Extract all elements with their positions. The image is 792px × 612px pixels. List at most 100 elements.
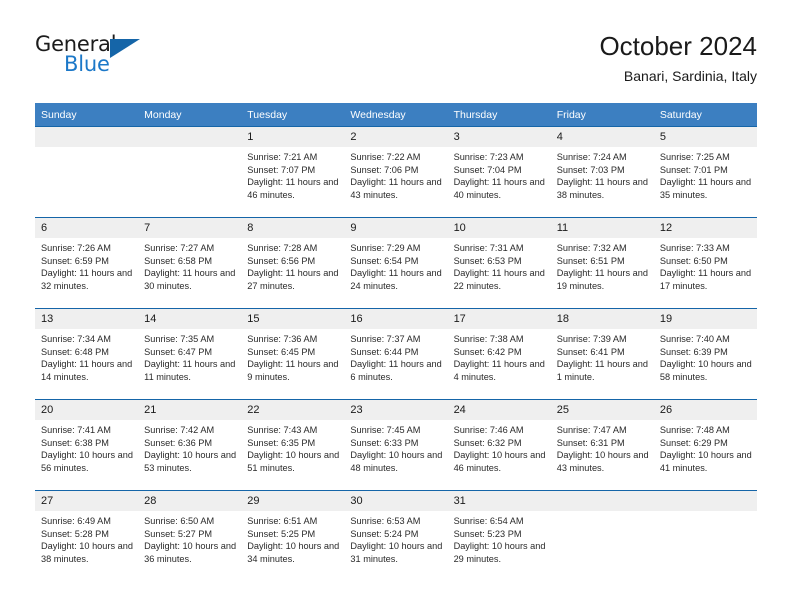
weekday-header-monday: Monday [138, 103, 242, 127]
calendar-day-cell[interactable]: 20 Sunrise: 7:41 AM Sunset: 6:38 PM Dayligh… [35, 399, 139, 491]
day-number: 31 [447, 491, 551, 511]
day-details: Sunrise: 7:32 AM Sunset: 6:51 PM Daylight:… [551, 238, 654, 292]
sunset-text: Sunset: 6:44 PM [350, 346, 419, 357]
daylight-text: Daylight: 11 hours and 32 minutes. [41, 268, 133, 291]
calendar-day-cell[interactable]: 28 Sunrise: 6:50 AM Sunset: 5:27 PM Dayligh… [138, 490, 242, 581]
sunset-text: Sunset: 6:42 PM [453, 346, 522, 357]
daylight-text: Daylight: 11 hours and 1 minute. [556, 359, 648, 382]
calendar-day-cell[interactable]: 30 Sunrise: 6:53 AM Sunset: 5:24 PM Dayligh… [344, 490, 448, 581]
calendar-day-cell[interactable]: 13 Sunrise: 7:34 AM Sunset: 6:48 PM Dayligh… [35, 308, 139, 400]
daylight-text: Daylight: 11 hours and 30 minutes. [144, 268, 236, 291]
calendar-day-cell[interactable]: 1 Sunrise: 7:21 AM Sunset: 7:07 PM Daylight… [241, 126, 345, 218]
blue-triangle-icon [110, 39, 140, 58]
weekday-header-wednesday: Wednesday [344, 103, 448, 127]
day-details: Sunrise: 7:27 AM Sunset: 6:58 PM Daylight:… [138, 238, 241, 292]
sunset-text: Sunset: 6:47 PM [144, 346, 213, 357]
sunset-text: Sunset: 6:58 PM [144, 255, 213, 266]
day-number: 9 [344, 218, 448, 238]
daylight-text: Daylight: 10 hours and 31 minutes. [350, 541, 443, 564]
calendar-day-cell[interactable]: 9 Sunrise: 7:29 AM Sunset: 6:54 PM Daylight… [344, 217, 448, 309]
calendar-day-cell[interactable]: 10 Sunrise: 7:31 AM Sunset: 6:53 PM Dayligh… [447, 217, 551, 309]
calendar-day-cell[interactable]: 5 Sunrise: 7:25 AM Sunset: 7:01 PM Daylight… [653, 126, 757, 218]
calendar-day-cell[interactable]: 14 Sunrise: 7:35 AM Sunset: 6:47 PM Dayligh… [138, 308, 242, 400]
sunset-text: Sunset: 6:50 PM [659, 255, 728, 266]
calendar-day-cell[interactable]: 8 Sunrise: 7:28 AM Sunset: 6:56 PM Daylight… [241, 217, 345, 309]
daylight-text: Daylight: 10 hours and 38 minutes. [41, 541, 133, 564]
day-details: Sunrise: 7:28 AM Sunset: 6:56 PM Daylight:… [241, 238, 344, 292]
calendar-week-row: 27 Sunrise: 6:49 AM Sunset: 5:28 PM Dayligh… [35, 490, 757, 581]
calendar-day-cell[interactable]: 2 Sunrise: 7:22 AM Sunset: 7:06 PM Daylight… [344, 126, 448, 218]
day-details: Sunrise: 6:53 AM Sunset: 5:24 PM Daylight:… [344, 511, 447, 565]
sunset-text: Sunset: 6:38 PM [41, 437, 109, 448]
day-number: 25 [550, 400, 654, 420]
day-details: Sunrise: 7:40 AM Sunset: 6:39 PM Daylight:… [654, 329, 757, 383]
calendar-day-cell[interactable]: 6 Sunrise: 7:26 AM Sunset: 6:59 PM Daylight… [35, 217, 139, 309]
day-details: Sunrise: 7:46 AM Sunset: 6:32 PM Daylight:… [448, 420, 551, 474]
calendar-day-cell[interactable]: 29 Sunrise: 6:51 AM Sunset: 5:25 PM Dayligh… [241, 490, 345, 581]
daylight-text: Daylight: 11 hours and 40 minutes. [453, 177, 545, 200]
sunrise-text: Sunrise: 7:40 AM [659, 334, 730, 344]
day-number: 27 [35, 491, 139, 511]
day-details: Sunrise: 7:42 AM Sunset: 6:36 PM Daylight:… [138, 420, 241, 474]
day-details: Sunrise: 7:25 AM Sunset: 7:01 PM Daylight:… [654, 147, 757, 201]
calendar-day-cell[interactable]: 19 Sunrise: 7:40 AM Sunset: 6:39 PM Dayligh… [653, 308, 757, 400]
calendar-day-cell[interactable]: 15 Sunrise: 7:36 AM Sunset: 6:45 PM Dayligh… [241, 308, 345, 400]
daylight-text: Daylight: 11 hours and 27 minutes. [247, 268, 339, 291]
day-details: Sunrise: 7:47 AM Sunset: 6:31 PM Daylight:… [551, 420, 654, 474]
day-details: Sunrise: 7:33 AM Sunset: 6:50 PM Daylight:… [654, 238, 757, 292]
calendar-day-cell[interactable]: 24 Sunrise: 7:46 AM Sunset: 6:32 PM Dayligh… [447, 399, 551, 491]
calendar-day-cell[interactable]: 21 Sunrise: 7:42 AM Sunset: 6:36 PM Dayligh… [138, 399, 242, 491]
calendar-page: General Blue October 2024 Banari, Sardin… [0, 0, 792, 612]
calendar-week-row: 13 Sunrise: 7:34 AM Sunset: 6:48 PM Dayligh… [35, 308, 757, 400]
calendar-day-cell[interactable]: 23 Sunrise: 7:45 AM Sunset: 6:33 PM Dayligh… [344, 399, 448, 491]
general-blue-logo[interactable]: General Blue [35, 32, 215, 88]
sunrise-text: Sunrise: 7:27 AM [144, 243, 215, 253]
calendar-cell-empty [653, 490, 757, 581]
daylight-text: Daylight: 10 hours and 51 minutes. [247, 450, 340, 473]
calendar-day-cell[interactable]: 12 Sunrise: 7:33 AM Sunset: 6:50 PM Dayligh… [653, 217, 757, 309]
sunrise-text: Sunrise: 7:28 AM [247, 243, 318, 253]
daylight-text: Daylight: 11 hours and 6 minutes. [350, 359, 442, 382]
daylight-text: Daylight: 10 hours and 34 minutes. [247, 541, 340, 564]
calendar-day-cell[interactable]: 16 Sunrise: 7:37 AM Sunset: 6:44 PM Dayligh… [344, 308, 448, 400]
day-number: 21 [138, 400, 242, 420]
sunrise-text: Sunrise: 7:36 AM [247, 334, 318, 344]
daylight-text: Daylight: 10 hours and 29 minutes. [453, 541, 546, 564]
calendar-day-cell[interactable]: 4 Sunrise: 7:24 AM Sunset: 7:03 PM Daylight… [550, 126, 654, 218]
sunrise-text: Sunrise: 7:26 AM [41, 243, 111, 253]
sunset-text: Sunset: 7:06 PM [350, 164, 419, 175]
day-details: Sunrise: 7:21 AM Sunset: 7:07 PM Daylight:… [241, 147, 344, 201]
calendar-day-cell[interactable]: 22 Sunrise: 7:43 AM Sunset: 6:35 PM Dayligh… [241, 399, 345, 491]
calendar-day-cell[interactable]: 7 Sunrise: 7:27 AM Sunset: 6:58 PM Daylight… [138, 217, 242, 309]
daylight-text: Daylight: 10 hours and 53 minutes. [144, 450, 237, 473]
daylight-text: Daylight: 10 hours and 43 minutes. [556, 450, 649, 473]
day-number: 1 [241, 127, 345, 147]
calendar-day-cell[interactable]: 17 Sunrise: 7:38 AM Sunset: 6:42 PM Dayligh… [447, 308, 551, 400]
sunset-text: Sunset: 6:45 PM [247, 346, 316, 357]
daylight-text: Daylight: 10 hours and 58 minutes. [659, 359, 752, 382]
sunset-text: Sunset: 7:07 PM [247, 164, 316, 175]
day-number: 13 [35, 309, 139, 329]
day-details: Sunrise: 7:37 AM Sunset: 6:44 PM Daylight:… [344, 329, 447, 383]
daylight-text: Daylight: 10 hours and 56 minutes. [41, 450, 133, 473]
sunset-text: Sunset: 7:03 PM [556, 164, 625, 175]
daylight-text: Daylight: 11 hours and 46 minutes. [247, 177, 339, 200]
calendar-day-cell[interactable]: 27 Sunrise: 6:49 AM Sunset: 5:28 PM Dayligh… [35, 490, 139, 581]
day-details: Sunrise: 7:23 AM Sunset: 7:04 PM Daylight:… [448, 147, 551, 201]
calendar-day-cell[interactable]: 31 Sunrise: 6:54 AM Sunset: 5:23 PM Dayligh… [447, 490, 551, 581]
sunset-text: Sunset: 6:56 PM [247, 255, 316, 266]
calendar-day-cell[interactable]: 25 Sunrise: 7:47 AM Sunset: 6:31 PM Dayligh… [550, 399, 654, 491]
calendar-day-cell[interactable]: 26 Sunrise: 7:48 AM Sunset: 6:29 PM Dayligh… [653, 399, 757, 491]
sunrise-text: Sunrise: 6:51 AM [247, 516, 318, 526]
calendar-day-cell[interactable]: 18 Sunrise: 7:39 AM Sunset: 6:41 PM Dayligh… [550, 308, 654, 400]
calendar-day-cell[interactable]: 3 Sunrise: 7:23 AM Sunset: 7:04 PM Daylight… [447, 126, 551, 218]
calendar-day-cell[interactable]: 11 Sunrise: 7:32 AM Sunset: 6:51 PM Dayligh… [550, 217, 654, 309]
sunrise-text: Sunrise: 7:35 AM [144, 334, 215, 344]
sunset-text: Sunset: 6:41 PM [556, 346, 625, 357]
daylight-text: Daylight: 11 hours and 22 minutes. [453, 268, 545, 291]
day-number: 15 [241, 309, 345, 329]
sunset-text: Sunset: 5:24 PM [350, 528, 419, 539]
page-header: General Blue October 2024 Banari, Sardin… [35, 30, 757, 92]
day-number [550, 491, 654, 511]
day-number: 23 [344, 400, 448, 420]
